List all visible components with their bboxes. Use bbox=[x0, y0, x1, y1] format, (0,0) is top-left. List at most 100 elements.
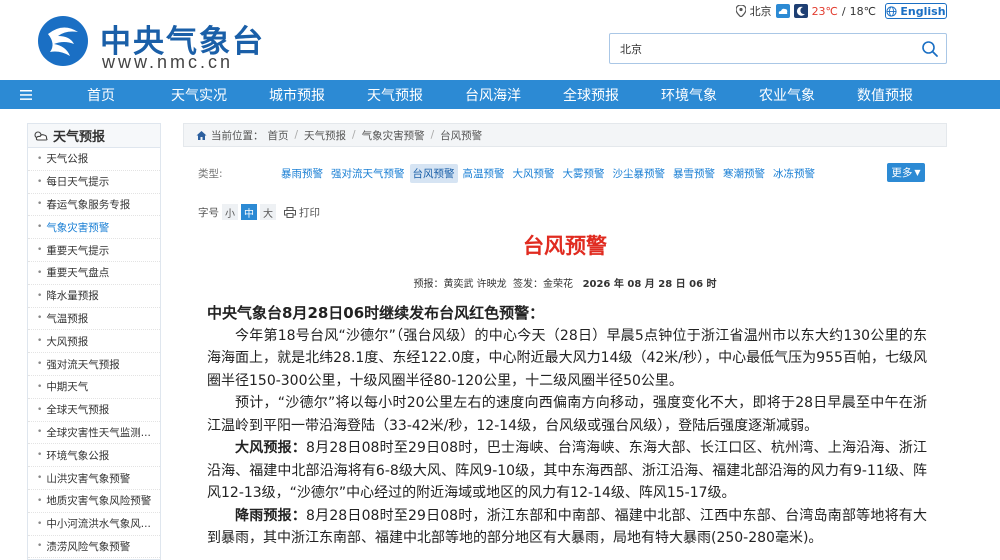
sidebar-item[interactable]: • 降水量预报 bbox=[28, 285, 160, 308]
bullet-icon: • bbox=[37, 176, 43, 187]
sidebar-item[interactable]: • 渍涝风险气象预警 bbox=[28, 536, 160, 559]
top-weather-bar[interactable]: 北京 23℃ / 18℃ bbox=[735, 4, 876, 18]
sidebar-item[interactable]: • 每日天气提示 bbox=[28, 171, 160, 194]
warning-type-link[interactable]: 大风预警 bbox=[510, 164, 558, 183]
sidebar-item[interactable]: • 强对流天气预报 bbox=[28, 353, 160, 376]
bullet-icon: • bbox=[37, 495, 43, 506]
bullet-icon: • bbox=[37, 427, 43, 438]
search-icon[interactable] bbox=[920, 39, 940, 59]
sidebar-item-label: 地质灾害气象风险预警 bbox=[46, 495, 152, 508]
font-size-label: 字号 bbox=[198, 206, 219, 219]
breadcrumb-separator: / bbox=[430, 129, 435, 141]
warning-type-link[interactable]: 冰冻预警 bbox=[770, 164, 818, 183]
warning-type-link[interactable]: 暴雨预警 bbox=[278, 164, 326, 183]
site-header: 中央气象台 www.nmc.cn 北京 23℃ / 18℃ English bbox=[0, 0, 1000, 80]
nav-item-agriculture[interactable]: 农业气象 bbox=[738, 85, 836, 105]
sidebar-item-label: 春运气象服务专报 bbox=[46, 198, 131, 211]
wind-forecast-text: 8月28日08时至29日08时，巴士海峡、台湾海峡、东海大部、长江口区、杭州湾、… bbox=[207, 440, 927, 501]
font-size-small-button[interactable]: 小 bbox=[222, 204, 238, 220]
nav-item-typhoon-ocean[interactable]: 台风海洋 bbox=[444, 85, 542, 105]
bullet-icon: • bbox=[37, 404, 43, 415]
bullet-icon: • bbox=[37, 473, 43, 484]
sidebar-item[interactable]: • 气温预报 bbox=[28, 308, 160, 331]
font-size-large-button[interactable]: 大 bbox=[260, 204, 276, 220]
sidebar-item[interactable]: • 天气公报 bbox=[28, 148, 160, 171]
main-nav: 首页 天气实况 城市预报 天气预报 台风海洋 全球预报 环境气象 农业气象 数值… bbox=[0, 80, 1000, 109]
nav-item-environment[interactable]: 环境气象 bbox=[640, 85, 738, 105]
nav-item-city-forecast[interactable]: 城市预报 bbox=[248, 85, 346, 105]
bullet-icon: • bbox=[37, 267, 43, 278]
sidebar-item-label: 重要天气提示 bbox=[46, 244, 110, 257]
dropdown-arrow-icon: ▼ bbox=[914, 168, 921, 177]
bullet-icon: • bbox=[37, 199, 43, 210]
sidebar-item[interactable]: • 重要天气盘点 bbox=[28, 262, 160, 285]
hamburger-menu-icon bbox=[20, 89, 32, 100]
nav-item-observation[interactable]: 天气实况 bbox=[150, 85, 248, 105]
nav-item-numerical[interactable]: 数值预报 bbox=[836, 85, 934, 105]
nav-item-weather-forecast[interactable]: 天气预报 bbox=[346, 85, 444, 105]
weather-cloud-sun-icon bbox=[34, 130, 48, 141]
sidebar-item-label: 全球灾害性天气监测... bbox=[46, 426, 151, 439]
bullet-icon: • bbox=[37, 290, 43, 301]
sidebar-item-label: 天气公报 bbox=[46, 153, 89, 166]
font-size-medium-button[interactable]: 中 bbox=[241, 204, 257, 220]
warning-type-link[interactable]: 高温预警 bbox=[460, 164, 508, 183]
sidebar-item[interactable]: • 全球天气预报 bbox=[28, 399, 160, 422]
breadcrumb-item-home[interactable]: 首页 bbox=[268, 128, 289, 143]
nav-item-home[interactable]: 首页 bbox=[52, 85, 150, 105]
sidebar-item[interactable]: • 中小河流洪水气象风... bbox=[28, 513, 160, 536]
sidebar-item[interactable]: • 山洪灾害气象预警 bbox=[28, 467, 160, 490]
sidebar-header: 天气预报 bbox=[28, 124, 160, 148]
sidebar-item-label: 降水量预报 bbox=[46, 290, 99, 303]
print-label: 打印 bbox=[299, 206, 320, 219]
breadcrumb-item-current: 台风预警 bbox=[440, 129, 483, 142]
breadcrumb-item-warning[interactable]: 气象灾害预警 bbox=[362, 128, 425, 143]
warning-type-link[interactable]: 大雾预警 bbox=[560, 164, 608, 183]
temp-separator: / bbox=[841, 4, 846, 18]
warning-type-link[interactable]: 寒潮预警 bbox=[720, 164, 768, 183]
sidebar-item-label: 强对流天气预报 bbox=[46, 358, 120, 371]
sidebar-item[interactable]: • 大风预报 bbox=[28, 330, 160, 354]
breadcrumb-separator: / bbox=[294, 129, 299, 141]
bullet-icon: • bbox=[37, 518, 43, 529]
rain-forecast-text: 8月28日08时至29日08时，浙江东部和中南部、福建中北部、江西中东部、台湾岛… bbox=[207, 507, 927, 547]
sidebar-item-label: 渍涝风险气象预警 bbox=[46, 540, 131, 553]
sidebar-item-label: 每日天气提示 bbox=[46, 176, 110, 189]
nav-item-global-forecast[interactable]: 全球预报 bbox=[542, 85, 640, 105]
sidebar-item[interactable]: • 环境气象公报 bbox=[28, 444, 160, 468]
cloudy-weather-icon bbox=[775, 4, 790, 18]
sidebar-item[interactable]: • 全球灾害性天气监测... bbox=[28, 422, 160, 445]
cma-emblem-icon bbox=[38, 16, 88, 66]
nav-menu-button[interactable] bbox=[0, 80, 52, 109]
rain-forecast-label: 降雨预报： bbox=[235, 507, 307, 524]
sidebar: 天气预报 • 天气公报 • 每日天气提示 • 春运气象服务专报 • 气象灾害预警 • 重要天气提示… bbox=[27, 123, 161, 560]
search-box bbox=[609, 33, 947, 64]
sidebar-item[interactable]: • 重要天气提示 bbox=[28, 239, 160, 262]
print-button[interactable]: 打印 bbox=[284, 205, 320, 220]
warning-type-link[interactable]: 强对流天气预警 bbox=[328, 164, 408, 183]
english-language-button[interactable]: English bbox=[885, 3, 947, 19]
warning-type-link[interactable]: 暴雪预警 bbox=[670, 164, 718, 183]
breadcrumb-item-forecast[interactable]: 天气预报 bbox=[304, 128, 346, 143]
bullet-icon: • bbox=[37, 313, 43, 324]
top-weather-city: 北京 bbox=[749, 5, 772, 18]
breadcrumb-separator: / bbox=[352, 129, 356, 141]
sidebar-item[interactable]: • 地质灾害气象风险预警 bbox=[28, 490, 160, 513]
site-logo[interactable]: 中央气象台 www.nmc.cn bbox=[36, 14, 263, 72]
warning-type-link[interactable]: 沙尘暴预警 bbox=[610, 164, 669, 183]
printer-icon bbox=[284, 206, 296, 218]
bullet-icon: • bbox=[37, 222, 43, 233]
sidebar-item-label: 气温预报 bbox=[46, 312, 89, 325]
warning-type-link[interactable]: 台风预警 bbox=[409, 163, 458, 183]
sidebar-item[interactable]: • 春运气象服务专报 bbox=[28, 194, 160, 217]
forecaster-names: 黄奕武 许映龙 bbox=[443, 279, 507, 290]
sidebar-item[interactable]: • 气象灾害预警 bbox=[28, 216, 160, 240]
sidebar-item[interactable]: • 中期天气 bbox=[28, 376, 160, 399]
sidebar-item-label: 重要天气盘点 bbox=[46, 267, 110, 280]
paragraph-wind-forecast: 大风预报：8月28日08时至29日08时，巴士海峡、台湾海峡、东海大部、长江口区… bbox=[207, 437, 927, 505]
article-meta: 预报：黄奕武 许映龙 签发：金荣花 2026 年 08 月 28 日 06 时 bbox=[183, 275, 947, 290]
type-label: 类型: bbox=[198, 167, 223, 180]
breadcrumb-label: 当前位置： bbox=[211, 129, 264, 142]
more-types-button[interactable]: 更多 ▼ bbox=[887, 163, 925, 182]
search-input[interactable] bbox=[610, 34, 910, 63]
